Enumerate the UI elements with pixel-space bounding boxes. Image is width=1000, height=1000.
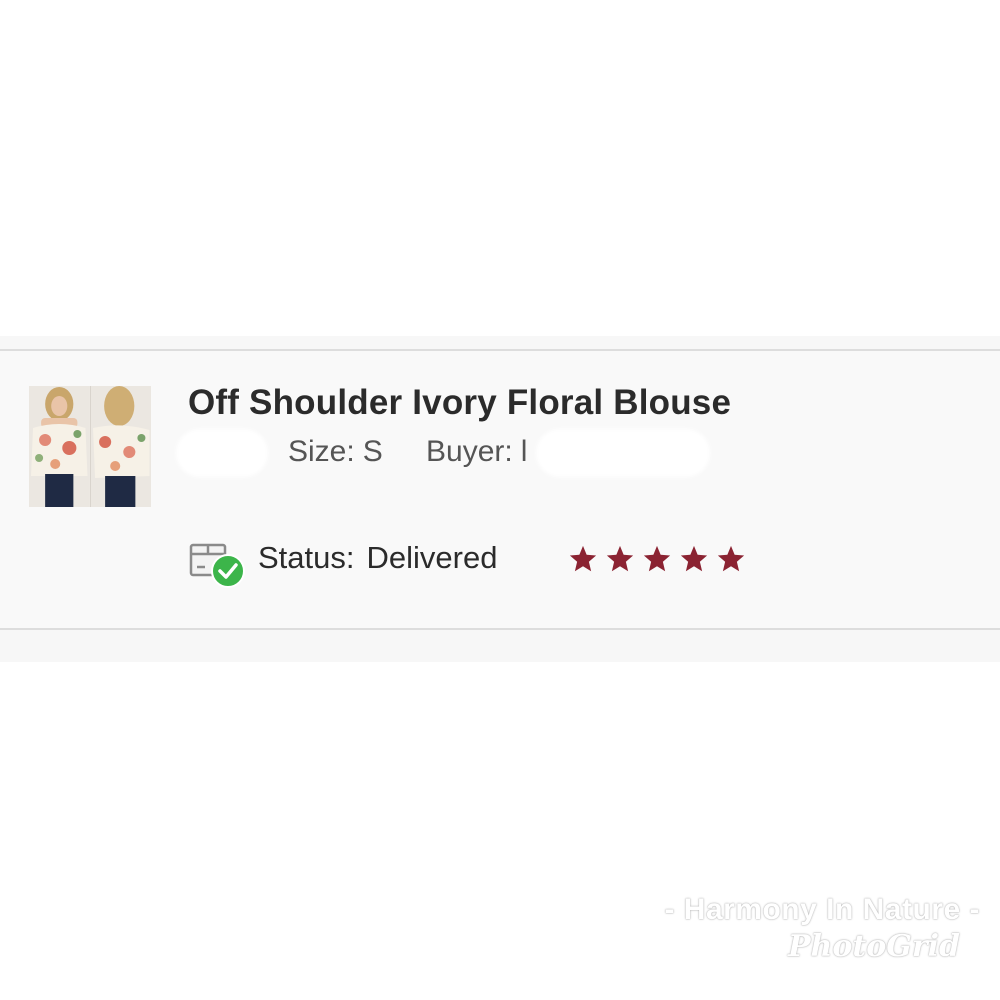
buyer-info[interactable]: Buyer: l <box>426 435 527 469</box>
star-icon[interactable] <box>605 544 635 574</box>
star-icon[interactable] <box>679 544 709 574</box>
rating-stars[interactable] <box>568 544 746 574</box>
page: Off Shoulder Ivory Floral Blouse Size: S … <box>0 0 1000 1000</box>
watermark-caption: - Harmony In Nature - <box>664 893 980 926</box>
buyer-label: Buyer: <box>426 435 513 468</box>
star-icon[interactable] <box>716 544 746 574</box>
buyer-value[interactable]: l <box>521 435 528 468</box>
package-delivered-icon <box>188 537 246 589</box>
status-value: Delivered <box>366 540 498 575</box>
status-label: Status: <box>258 540 355 575</box>
size-label: Size: <box>288 435 355 468</box>
product-photo-back <box>89 386 151 507</box>
redacted-buyer-name <box>536 429 710 477</box>
product-photo-front <box>29 386 90 507</box>
watermark: - Harmony In Nature - PhotoGrid <box>664 893 980 964</box>
order-status: Status: Delivered <box>258 540 497 576</box>
product-thumbnail[interactable] <box>29 386 151 507</box>
size-value: S <box>362 435 383 468</box>
item-title[interactable]: Off Shoulder Ivory Floral Blouse <box>188 383 731 423</box>
order-card[interactable]: Off Shoulder Ivory Floral Blouse Size: S … <box>0 349 1000 630</box>
redacted-area <box>176 429 268 477</box>
watermark-logo: PhotoGrid <box>787 929 960 964</box>
star-icon[interactable] <box>642 544 672 574</box>
size-info: Size: S <box>288 435 383 469</box>
star-icon[interactable] <box>568 544 598 574</box>
